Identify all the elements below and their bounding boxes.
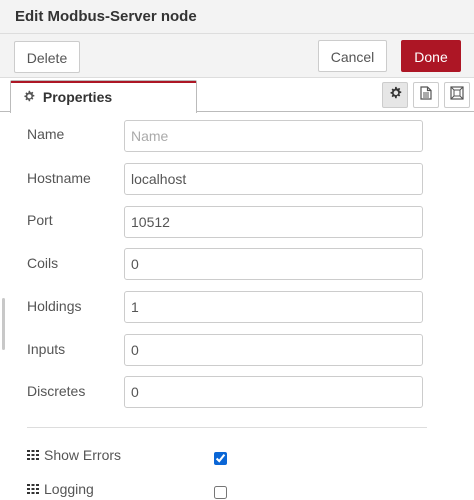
tab-properties-icon-button[interactable]: [382, 82, 408, 108]
coils-label: Coils: [27, 255, 59, 271]
tab-properties[interactable]: Properties: [10, 80, 197, 113]
inputs-label: Inputs: [27, 341, 66, 357]
logging-checkbox[interactable]: [214, 486, 227, 499]
holdings-label: Holdings: [27, 298, 82, 314]
discretes-label: Discretes: [27, 383, 86, 399]
description-icon: [420, 85, 432, 105]
tab-properties-label: Properties: [42, 89, 113, 105]
appearance-icon: [450, 85, 464, 105]
tab-properties-label-wrap: Properties: [23, 89, 112, 105]
name-input[interactable]: [124, 120, 423, 152]
port-input[interactable]: [124, 206, 423, 238]
hostname-label: Hostname: [27, 170, 91, 186]
grid-icon: [27, 450, 39, 460]
inputs-input[interactable]: [124, 334, 423, 366]
resize-handle[interactable]: [2, 298, 5, 350]
gear-icon: [389, 86, 402, 104]
name-label: Name: [27, 126, 65, 142]
hostname-input[interactable]: [124, 163, 423, 195]
tab-description-button[interactable]: [413, 82, 439, 108]
section-divider: [27, 427, 427, 428]
show-errors-checkbox[interactable]: [214, 452, 227, 465]
holdings-input[interactable]: [124, 291, 423, 323]
logging-label-wrap: Logging: [27, 481, 94, 497]
tab-strip: Properties: [0, 79, 474, 113]
tab-appearance-button[interactable]: [444, 82, 470, 108]
delete-button[interactable]: Delete: [14, 41, 80, 73]
logging-label: Logging: [44, 481, 94, 497]
coils-input[interactable]: [124, 248, 423, 280]
grid-icon: [27, 484, 39, 494]
cancel-button[interactable]: Cancel: [318, 40, 387, 72]
tab-active-indicator: [11, 81, 196, 83]
port-label: Port: [27, 212, 53, 228]
done-button[interactable]: Done: [401, 40, 461, 72]
dialog-title-bar: Edit Modbus-Server node: [0, 0, 474, 34]
show-errors-label-wrap: Show Errors: [27, 447, 121, 463]
gear-icon: [23, 89, 39, 105]
dialog-button-bar: Delete Cancel Done: [0, 34, 474, 78]
show-errors-label: Show Errors: [44, 447, 122, 463]
discretes-input[interactable]: [124, 376, 423, 408]
dialog-title: Edit Modbus-Server node: [15, 8, 197, 25]
